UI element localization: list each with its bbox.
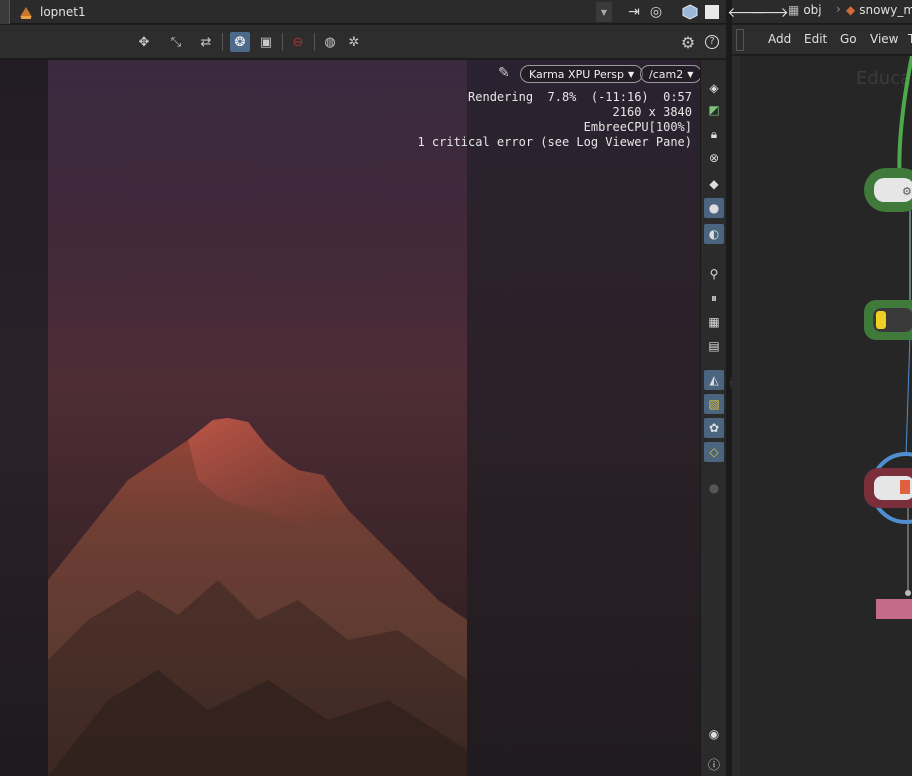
- color-grade-icon[interactable]: ◭: [704, 370, 724, 390]
- viewer-path-bar: lopnet1 ▼ ⇥ ◎: [0, 0, 730, 24]
- grid-toggle-icon[interactable]: ▧: [704, 394, 724, 414]
- network-node[interactable]: [876, 590, 912, 619]
- render-stats-hud: Rendering 7.8% (-11:16) 0:57 2160 x 3840 E…: [417, 90, 692, 150]
- eye-icon[interactable]: ◉: [704, 724, 724, 744]
- renderer-label: Karma XPU Persp: [529, 67, 625, 81]
- forward-arrow-icon[interactable]: 🡒: [751, 2, 789, 22]
- node-graph: ⚙: [864, 56, 912, 619]
- pencil-icon[interactable]: ✎: [498, 65, 516, 83]
- menu-edit[interactable]: Edit: [804, 32, 827, 46]
- gear-icon[interactable]: ⚙: [678, 32, 698, 52]
- splitter-grip-icon[interactable]: ⋮ ⋮: [727, 378, 735, 396]
- stop-render-icon[interactable]: ⊖: [288, 32, 308, 52]
- lock-icon[interactable]: 🔒︎: [704, 124, 724, 144]
- render-progress-text: Rendering 7.8% (-11:16) 0:57: [468, 90, 692, 104]
- toolbar-divider: [282, 33, 283, 51]
- render-scene-icon[interactable]: ❂: [230, 32, 250, 52]
- swap-tool-icon[interactable]: ⇄: [196, 32, 216, 52]
- network-node[interactable]: [864, 300, 912, 340]
- record-icon[interactable]: ⏸︎: [704, 288, 724, 308]
- snapshot-icon[interactable]: ▣: [256, 32, 276, 52]
- highlight-icon[interactable]: ◇: [704, 442, 724, 462]
- link-circle-icon[interactable]: ◎: [646, 2, 666, 22]
- scene-viewport[interactable]: ✎ Karma XPU Persp ▼ /cam2 ▼ Rendering 7.…: [0, 60, 700, 776]
- disabled-dot-icon: ●: [708, 481, 720, 495]
- path-node-label: lopnet1: [40, 5, 86, 19]
- path-dropdown-button[interactable]: ▼: [596, 2, 612, 22]
- renderer-menu-button[interactable]: Karma XPU Persp ▼: [520, 65, 644, 83]
- light-linker-icon[interactable]: ◆: [704, 174, 724, 194]
- chevron-down-icon: ▼: [628, 69, 635, 79]
- mountain-render-image: [48, 418, 467, 776]
- select-tool-icon[interactable]: ✥: [134, 32, 154, 52]
- network-left-border: [732, 56, 740, 776]
- shading-mode-icon[interactable]: ◐: [704, 224, 724, 244]
- pane-tab-handle[interactable]: [0, 0, 10, 24]
- xray-icon[interactable]: ⊗: [704, 148, 724, 168]
- display-mode-icon[interactable]: ◈: [704, 78, 724, 98]
- chevron-down-icon: ▼: [687, 69, 694, 79]
- particles-icon[interactable]: ✿: [704, 418, 724, 438]
- texture-icon[interactable]: ▦: [704, 312, 724, 332]
- network-node[interactable]: [864, 452, 912, 524]
- render-resolution-text: 2160 x 3840: [612, 105, 692, 119]
- render-region: [48, 60, 467, 776]
- render-error-text: 1 critical error (see Log Viewer Pane): [417, 135, 692, 149]
- lop-network-icon: [20, 7, 32, 19]
- network-menu-bar: Add Edit Go View T: [732, 25, 912, 55]
- visibility-icon[interactable]: ⚲: [704, 264, 724, 284]
- help-icon[interactable]: ?: [702, 32, 722, 52]
- geometry-icon[interactable]: ◩: [704, 100, 724, 120]
- geometry-node-icon: ◆: [846, 3, 856, 17]
- path-node-lopnet[interactable]: lopnet1: [18, 3, 86, 21]
- path-node-snowy[interactable]: ◆ snowy_m: [846, 3, 912, 17]
- display-options-icon[interactable]: ✲: [344, 32, 364, 52]
- transform-tool-icon[interactable]: ⤡: [166, 32, 186, 52]
- light-bulb-icon[interactable]: ●: [704, 198, 724, 218]
- node-wire: [905, 335, 911, 457]
- menu-go[interactable]: Go: [840, 32, 857, 46]
- maximize-icon[interactable]: [702, 2, 722, 22]
- svg-text:⚙: ⚙: [902, 185, 912, 198]
- toolbar-divider: [314, 33, 315, 51]
- menu-tools[interactable]: T: [908, 32, 912, 46]
- info-icon[interactable]: ⓘ: [704, 754, 724, 774]
- path-obj-label: obj: [803, 3, 822, 17]
- cube-icon[interactable]: [680, 2, 700, 22]
- camera-menu-button[interactable]: /cam2 ▼: [640, 65, 700, 83]
- network-path-bar: 🡐 🡒 ▦ obj › ◆ snowy_m: [727, 0, 912, 24]
- viewer-side-toolbar: ◈ ◩ 🔒︎ ⊗ ◆ ● ◐ ⚲ ⏸︎ ▦ ▤ ◭ ▧ ✿ ◇ ● ◉ ⓘ: [700, 60, 726, 776]
- menu-add[interactable]: Add: [768, 32, 791, 46]
- stack-icon[interactable]: ▤: [704, 336, 724, 356]
- viewer-toolbar: ✥ ⤡ ⇄ ❂ ▣ ⊖ ◍ ✲ ⚙ ?: [0, 25, 730, 59]
- path-snowy-label: snowy_m: [859, 3, 912, 17]
- viewport-background-left: [0, 60, 48, 776]
- pin-icon[interactable]: ⇥: [624, 2, 644, 22]
- node-wire: [897, 56, 912, 187]
- network-node[interactable]: ⚙: [864, 168, 912, 212]
- menu-handle[interactable]: [736, 29, 744, 51]
- object-icon: ▦: [788, 3, 800, 17]
- render-engine-text: EmbreeCPU[100%]: [583, 120, 692, 134]
- path-node-obj[interactable]: ▦ obj: [788, 3, 822, 17]
- toolbar-divider: [222, 33, 223, 51]
- menu-view[interactable]: View: [870, 32, 898, 46]
- camera-lens-icon[interactable]: ◍: [320, 32, 340, 52]
- camera-label: /cam2: [649, 67, 684, 81]
- viewport-background-right: [467, 60, 700, 776]
- network-editor[interactable]: Educa ⚙: [740, 56, 912, 776]
- path-separator-icon: ›: [836, 2, 841, 16]
